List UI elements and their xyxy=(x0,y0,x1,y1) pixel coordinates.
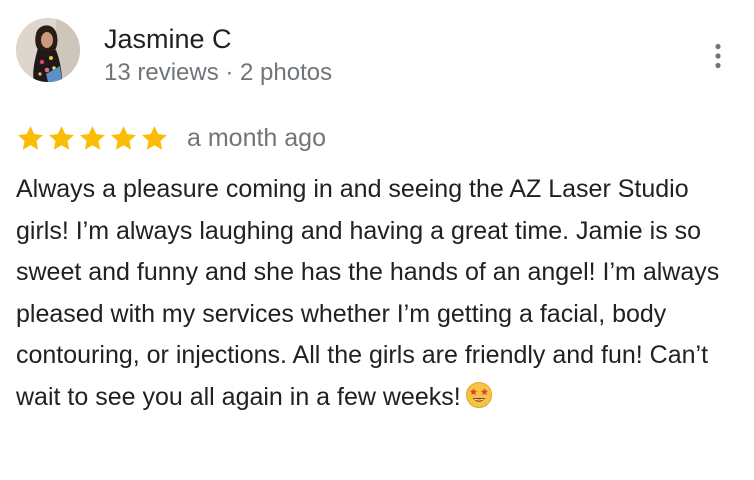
reviewer-stats[interactable]: 13 reviews · 2 photos xyxy=(104,57,332,89)
star-icon xyxy=(18,125,43,150)
star-icon xyxy=(111,125,136,150)
review-card: Jasmine C 13 reviews · 2 photos a month … xyxy=(0,0,754,480)
star-rating xyxy=(16,124,169,153)
star-icon xyxy=(142,125,167,150)
more-vert-icon xyxy=(715,43,721,69)
rating-row: a month ago xyxy=(16,120,326,156)
avatar[interactable] xyxy=(16,18,80,82)
review-text: Always a pleasure coming in and seeing t… xyxy=(16,169,744,418)
star-icon xyxy=(80,125,105,150)
review-body: Always a pleasure coming in and seeing t… xyxy=(16,175,720,411)
more-options-button[interactable] xyxy=(700,38,736,74)
star-icon xyxy=(49,125,74,150)
review-date: a month ago xyxy=(187,124,326,152)
star-struck-emoji-icon xyxy=(465,381,492,408)
avatar-photo xyxy=(16,18,80,82)
reviewer-name[interactable]: Jasmine C xyxy=(104,22,232,56)
